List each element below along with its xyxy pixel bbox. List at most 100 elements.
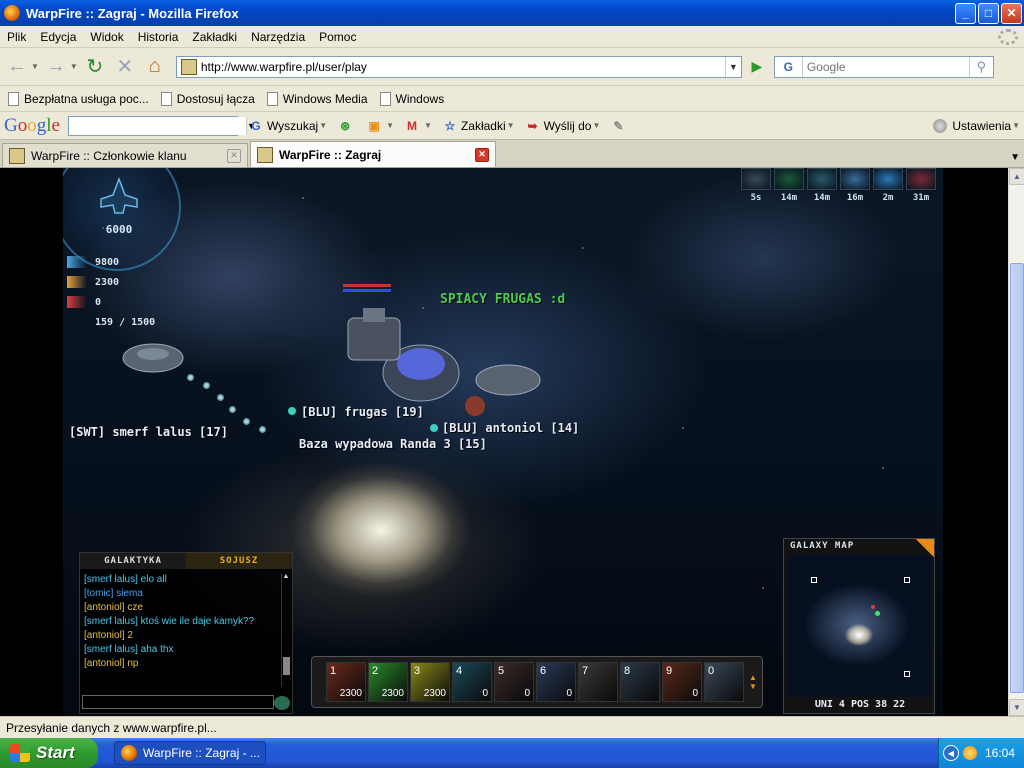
action-slot-1[interactable]: 1 2300 — [326, 662, 366, 702]
tab-bar: WarpFire :: Członkowie klanu ✕ WarpFire … — [0, 140, 1024, 168]
minimize-button[interactable]: _ — [955, 2, 976, 24]
menu-widok[interactable]: Widok — [83, 30, 130, 44]
chat-input[interactable] — [82, 695, 274, 709]
chat-scroll-up-icon[interactable]: ▲ — [282, 573, 290, 580]
ally-ship-antoniol[interactable] — [465, 364, 541, 416]
page-scrollbar[interactable]: ▲ ▼ — [1008, 168, 1024, 716]
forward-dropdown-icon[interactable]: ▼ — [70, 62, 78, 71]
action-slot-0[interactable]: 0 — [704, 662, 744, 702]
stop-button[interactable]: ✕ — [112, 54, 138, 80]
system-tray: ◀ 16:04 — [938, 738, 1024, 768]
action-slot-9[interactable]: 90 — [662, 662, 702, 702]
home-button[interactable]: ⌂ — [142, 54, 168, 80]
action-slot-7[interactable]: 7 — [578, 662, 618, 702]
tab-list-dropdown-icon[interactable]: ▼ — [1010, 152, 1020, 163]
search-bar: G ⚲ — [773, 55, 994, 78]
search-engine-google-icon[interactable]: G — [775, 56, 803, 77]
reload-button[interactable]: ↻ — [82, 54, 108, 80]
maximize-button[interactable]: □ — [978, 2, 999, 24]
action-slot-4[interactable]: 40 — [452, 662, 492, 702]
tab-close-icon[interactable]: ✕ — [227, 148, 241, 163]
enemy-ship-smerf[interactable] — [122, 343, 184, 373]
game-viewport[interactable]: 6000 9800 2300 0 159 / 1500 5s 14m 14m 1… — [63, 168, 943, 716]
bookmark-item[interactable]: Windows Media — [266, 91, 368, 106]
url-input[interactable] — [200, 59, 725, 74]
bookmark-item[interactable]: Bezpłatna usługa poc... — [8, 91, 149, 106]
scroll-up-icon[interactable]: ▲ — [1009, 168, 1024, 185]
chat-scroll-thumb[interactable] — [283, 657, 290, 675]
back-button[interactable]: ← — [4, 54, 30, 80]
action-slot-3[interactable]: 3 2300 — [410, 662, 450, 702]
action-slot-5[interactable]: 50 — [494, 662, 534, 702]
galaxy-map-view[interactable] — [787, 555, 931, 697]
tab-czlonkowie-klanu[interactable]: WarpFire :: Członkowie klanu ✕ — [2, 143, 248, 167]
google-toolbar-search: ▼ — [67, 115, 256, 136]
scroll-down-icon[interactable]: ▼ — [1009, 699, 1024, 716]
map-portal — [904, 577, 910, 583]
tray-app-icon[interactable] — [963, 746, 977, 760]
menu-bar: Plik Edycja Widok Historia Zakładki Narz… — [0, 26, 1024, 48]
start-button[interactable]: Start — [0, 738, 98, 768]
player-ship-frugas[interactable] — [343, 284, 401, 361]
chat-message: [smerf lalus] ktoś wie ile daje kamyk?? — [84, 616, 255, 627]
map-player-marker — [875, 611, 880, 616]
action-slot-8[interactable]: 8 — [620, 662, 660, 702]
google-bookmarks-button[interactable]: ☆ Zakładki ▼ — [442, 118, 515, 134]
close-button[interactable]: ✕ — [1001, 2, 1022, 24]
google-settings-button[interactable]: Ustawienia ▼ — [933, 118, 1020, 133]
menu-edycja[interactable]: Edycja — [33, 30, 83, 44]
tab-zagraj[interactable]: WarpFire :: Zagraj ✕ — [250, 141, 496, 167]
action-bar: 1 2300 2 2300 3 2300 40 50 60 7 8 90 0 ▲ ▼ — [311, 656, 763, 708]
galaxy-map: GALAXY MAP UNI 4 POS 38 22 — [783, 538, 935, 714]
scroll-thumb[interactable] — [1010, 263, 1024, 693]
map-portal — [904, 671, 910, 677]
chat-tab-sojusz[interactable]: SOJUSZ — [186, 553, 292, 569]
window-titlebar: WarpFire :: Zagraj - Mozilla Firefox _ □… — [0, 0, 1024, 26]
chat-message: [antoniol] cze — [84, 602, 143, 613]
bookmark-item[interactable]: Windows — [379, 91, 444, 106]
bookmarks-toolbar: Bezpłatna usługa poc... Dostosuj łącza W… — [0, 86, 1024, 112]
throbber-icon — [998, 28, 1018, 45]
google-toolbar-input[interactable] — [68, 116, 246, 135]
google-search-button[interactable]: G Wyszukaj ▼ — [248, 118, 327, 134]
chat-send-icon[interactable] — [274, 696, 290, 710]
menu-historia[interactable]: Historia — [131, 30, 186, 44]
tab-close-icon[interactable]: ✕ — [475, 147, 489, 162]
chat-bubble-spiacy: SPIACY FRUGAS :d — [440, 292, 566, 307]
chat-message: [tomic] siema — [84, 588, 143, 599]
action-bar-scroll-icon[interactable]: ▲ ▼ — [748, 673, 758, 691]
highlight-icon[interactable]: ✎ — [610, 118, 629, 134]
chat-scrollbar[interactable]: ▲ — [281, 573, 290, 687]
chat-tab-galaktyka[interactable]: GALAKTYKA — [80, 553, 186, 569]
map-enemy-marker — [871, 605, 875, 609]
firefox-icon — [121, 745, 137, 761]
taskbar-item-firefox[interactable]: WarpFire :: Zagraj - ... — [114, 741, 266, 765]
back-dropdown-icon[interactable]: ▼ — [31, 62, 39, 71]
popup-blocker-icon[interactable]: ▣ ▼ — [366, 118, 394, 134]
gmail-icon[interactable]: M ▼ — [404, 118, 432, 134]
page-icon — [266, 91, 278, 106]
tab-favicon-icon — [257, 146, 273, 163]
search-input[interactable] — [802, 59, 969, 74]
bookmark-item[interactable]: Dostosuj łącza — [160, 91, 255, 106]
menu-pomoc[interactable]: Pomoc — [312, 30, 363, 44]
url-history-dropdown-icon[interactable]: ▼ — [724, 56, 741, 77]
menu-plik[interactable]: Plik — [0, 30, 33, 44]
google-toolbar: Google ▼ G Wyszukaj ▼ ⊛ ▣ ▼ M ▼ ☆ Zakładki ▼ … — [0, 112, 1024, 140]
player-label-antoniol: [BLU] antoniol [14] — [442, 421, 580, 435]
tray-expand-icon[interactable]: ◀ — [943, 745, 959, 761]
search-button[interactable]: ⚲ — [968, 56, 993, 77]
window-title: WarpFire :: Zagraj - Mozilla Firefox — [26, 5, 239, 21]
send-to-button[interactable]: ➥ Wyślij do ▼ — [525, 118, 601, 134]
settings-icon — [933, 118, 948, 133]
menu-zakladki[interactable]: Zakładki — [185, 30, 244, 44]
clock[interactable]: 16:04 — [985, 746, 1015, 760]
google-logo[interactable]: Google — [4, 115, 60, 137]
action-slot-6[interactable]: 60 — [536, 662, 576, 702]
engine-trail — [259, 426, 266, 433]
action-slot-2[interactable]: 2 2300 — [368, 662, 408, 702]
menu-narzedzia[interactable]: Narzędzia — [244, 30, 312, 44]
forward-button[interactable]: → — [43, 54, 69, 80]
go-button[interactable]: ▶ — [746, 56, 768, 78]
pagerank-icon[interactable]: ⊛ — [337, 118, 356, 134]
